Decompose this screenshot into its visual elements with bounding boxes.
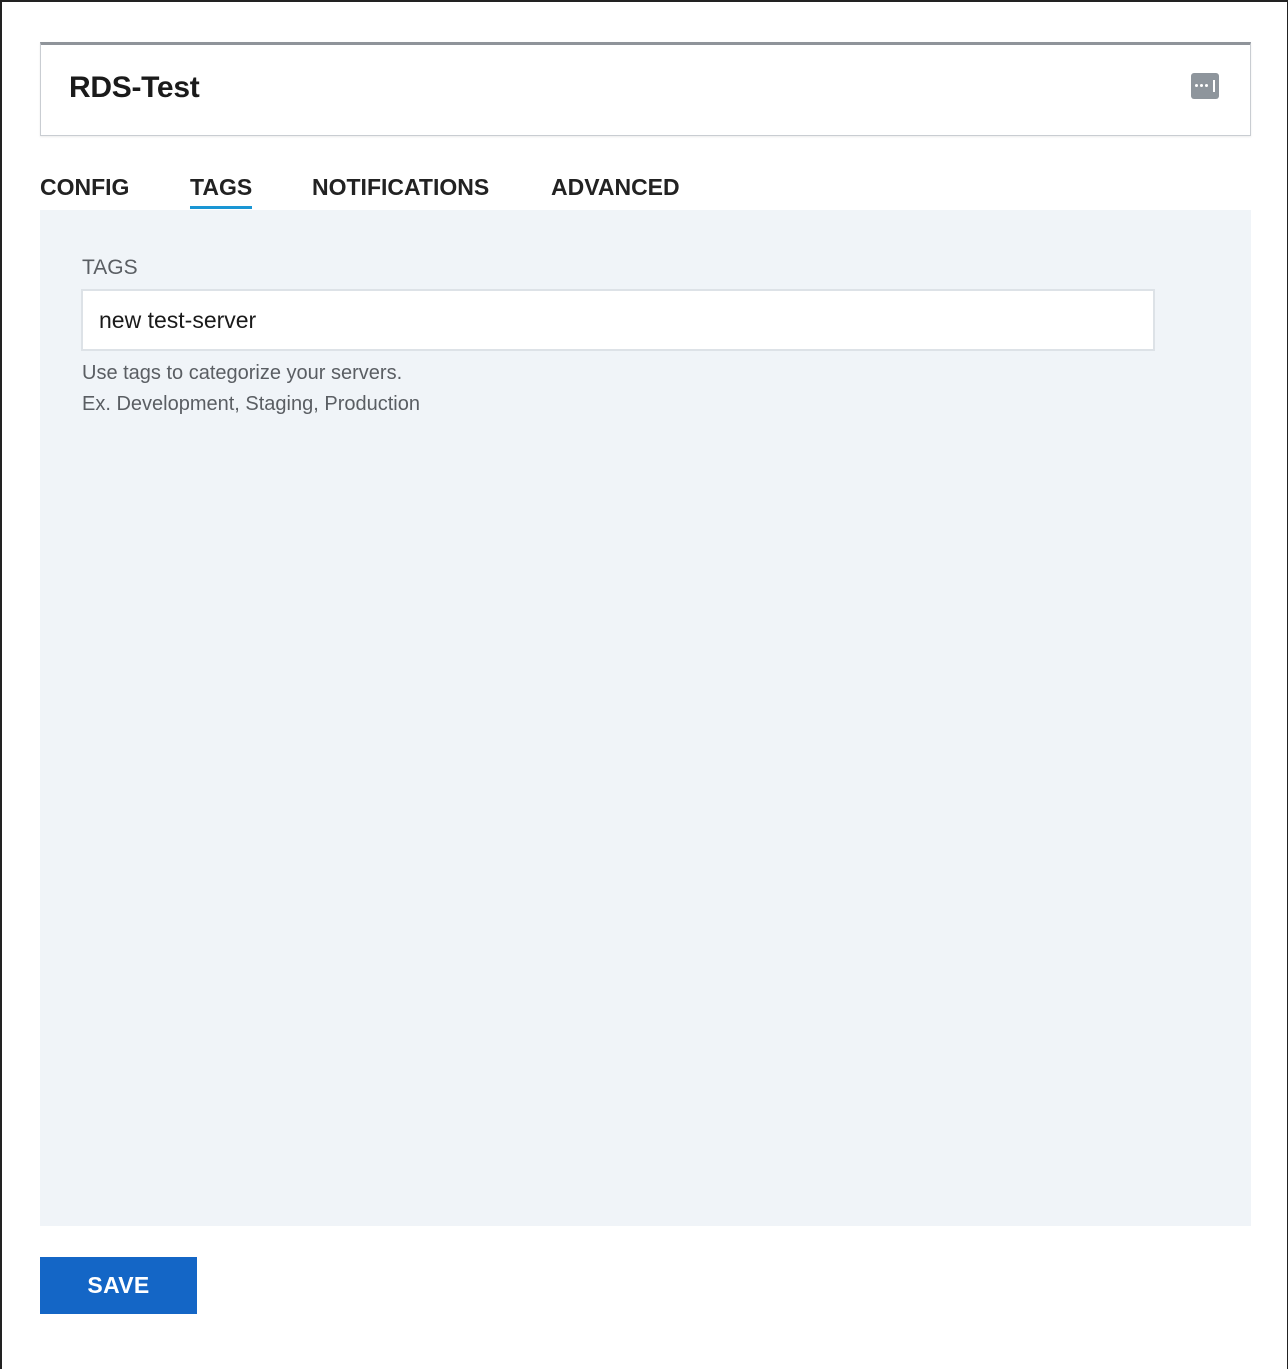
tags-field-label: TAGS	[82, 256, 138, 279]
tags-panel: TAGS Use tags to categorize your servers…	[40, 210, 1251, 1226]
tags-input[interactable]	[81, 289, 1155, 351]
more-options-icon[interactable]	[1191, 73, 1219, 99]
tab-notifications[interactable]: NOTIFICATIONS	[312, 174, 489, 201]
tags-help-text: Use tags to categorize your servers.	[82, 362, 403, 384]
page-title: RDS-Test	[69, 71, 200, 104]
tags-help-examples: Ex. Development, Staging, Production	[82, 393, 420, 415]
header-card: RDS-Test	[40, 42, 1251, 136]
save-button[interactable]: SAVE	[40, 1257, 197, 1314]
bar-glyph	[1213, 80, 1215, 92]
dots-glyph	[1195, 84, 1208, 87]
tab-advanced[interactable]: ADVANCED	[551, 174, 680, 201]
tab-tags[interactable]: TAGS	[190, 174, 253, 209]
tab-config[interactable]: CONFIG	[40, 174, 129, 201]
